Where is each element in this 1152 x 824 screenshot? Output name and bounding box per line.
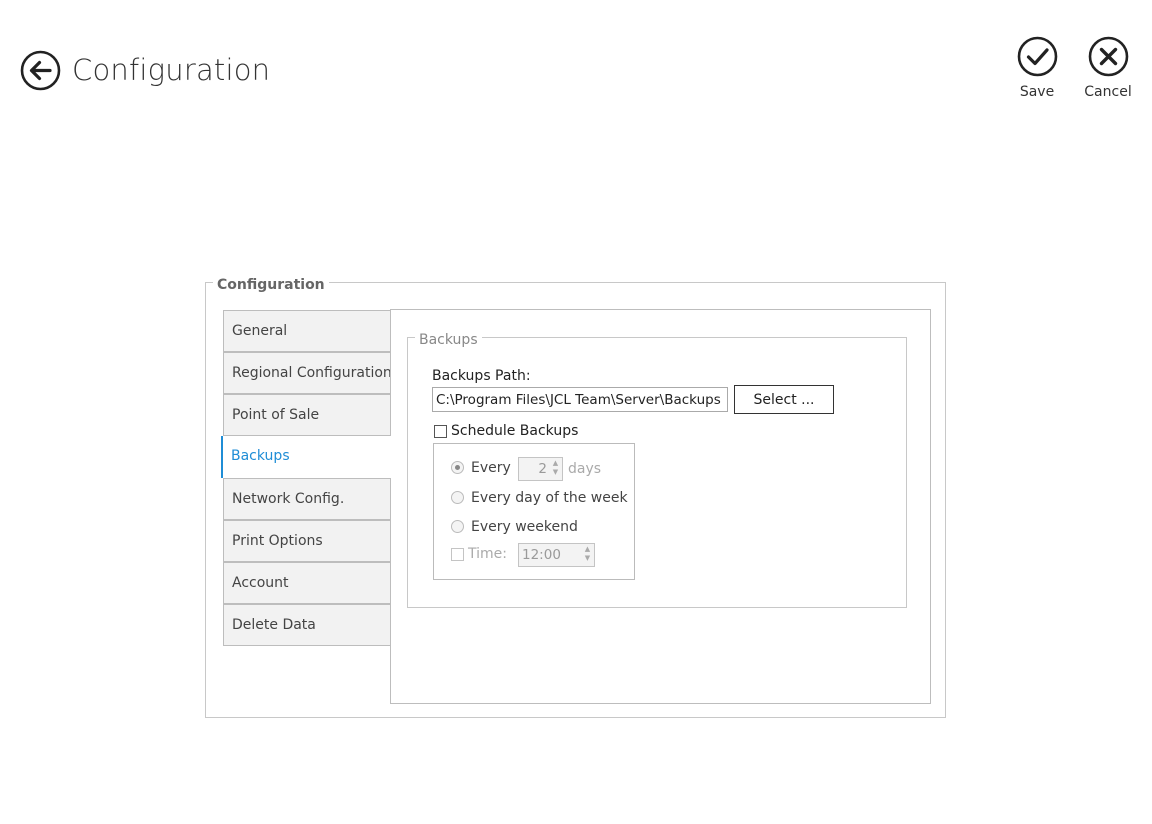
back-arrow-icon — [20, 50, 61, 91]
checkmark-icon — [1017, 36, 1057, 77]
time-checkbox[interactable] — [451, 548, 464, 561]
days-value: 2 — [538, 461, 547, 477]
every-day-of-week-label[interactable]: Every day of the week — [471, 490, 628, 506]
every-n-days-radio[interactable] — [451, 461, 464, 474]
tab-delete-data[interactable]: Delete Data — [223, 604, 391, 646]
save-label: Save — [1019, 84, 1055, 100]
stepper-arrows-icon[interactable]: ▲ ▼ — [551, 459, 560, 479]
days-label: days — [568, 461, 602, 477]
cancel-button[interactable]: Cancel — [1070, 36, 1146, 110]
tab-backups[interactable]: Backups — [221, 436, 392, 478]
time-label[interactable]: Time: — [468, 546, 507, 562]
time-value: 12:00 — [522, 547, 561, 563]
days-stepper[interactable]: 2 ▲ ▼ — [518, 457, 563, 481]
every-weekend-radio[interactable] — [451, 520, 464, 533]
time-stepper-arrows-icon[interactable]: ▲ ▼ — [583, 545, 592, 565]
save-button[interactable]: Save — [999, 36, 1075, 110]
every-day-of-week-radio[interactable] — [451, 491, 464, 504]
tab-network-config[interactable]: Network Config. — [223, 478, 391, 520]
every-label[interactable]: Every — [471, 460, 511, 476]
backups-path-input[interactable] — [432, 387, 728, 412]
tab-point-of-sale[interactable]: Point of Sale — [223, 394, 391, 436]
every-weekend-label[interactable]: Every weekend — [471, 519, 578, 535]
tab-general[interactable]: General — [223, 310, 391, 352]
time-stepper[interactable]: 12:00 ▲ ▼ — [518, 543, 595, 567]
backups-path-label: Backups Path: — [432, 368, 531, 384]
schedule-backups-checkbox[interactable] — [434, 425, 447, 438]
close-icon — [1088, 36, 1128, 77]
tab-regional-configuration[interactable]: Regional Configuration — [223, 352, 391, 394]
page-title: Configuration — [72, 53, 271, 87]
back-button[interactable] — [20, 50, 61, 91]
tab-account[interactable]: Account — [223, 562, 391, 604]
configuration-group-title: Configuration — [213, 276, 329, 294]
tab-print-options[interactable]: Print Options — [223, 520, 391, 562]
select-path-button[interactable]: Select ... — [734, 385, 834, 414]
cancel-label: Cancel — [1084, 84, 1132, 100]
backups-group-title: Backups — [415, 332, 482, 348]
schedule-backups-label[interactable]: Schedule Backups — [451, 423, 578, 439]
